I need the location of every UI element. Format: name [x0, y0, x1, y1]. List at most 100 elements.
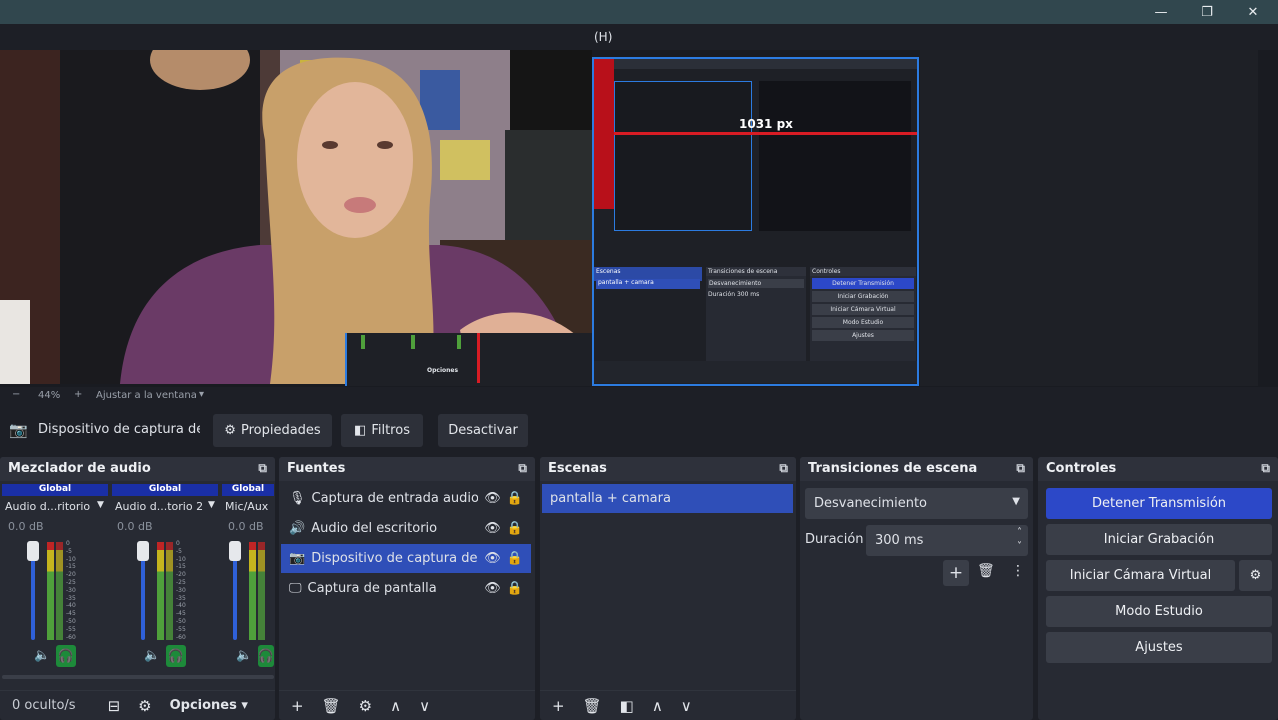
properties-button[interactable]: ⚙ Propiedades	[213, 414, 332, 447]
virtual-camera-settings-icon[interactable]: ⚙	[1239, 560, 1272, 591]
minimize-button[interactable]: —	[1138, 0, 1184, 24]
stop-stream-button[interactable]: Detener Transmisión	[1046, 488, 1272, 519]
source-item[interactable]: 🔊 Audio del escritorio 👁 🔒	[281, 514, 531, 543]
source-label: Captura de entrada audio	[311, 491, 479, 506]
deactivate-button[interactable]: Desactivar	[438, 414, 528, 447]
preview-canvas[interactable]: 1031 px Escenas pantalla + camara Transi…	[0, 50, 1278, 387]
meter-tick: -35	[176, 594, 186, 602]
zoom-in-icon[interactable]: +	[74, 389, 82, 400]
speaker-icon[interactable]: 🔈	[236, 648, 252, 663]
nested-measure-label: 1031 px	[739, 117, 793, 131]
channel-db: 0.0 dB	[228, 520, 264, 533]
scene-item-selected[interactable]: pantalla + camara	[542, 484, 793, 513]
channel-name: Mic/Aux	[225, 500, 269, 513]
filters-button[interactable]: ◧ Filtros	[341, 414, 423, 447]
speaker-icon[interactable]: 🔈	[144, 648, 160, 663]
undock-icon[interactable]: ⧉	[1016, 461, 1025, 476]
controls-dock: Controles ⧉ Detener Transmisión Iniciar G…	[1038, 457, 1278, 720]
eye-icon[interactable]: 👁	[484, 491, 501, 506]
zoom-out-icon[interactable]: −	[12, 389, 20, 400]
eye-icon[interactable]: 👁	[484, 521, 501, 536]
more-options-icon[interactable]: ⋮	[1011, 563, 1025, 579]
headphones-icon[interactable]: 🎧	[166, 645, 186, 667]
transition-type-select[interactable]: Desvanecimiento ▼	[805, 488, 1028, 519]
eye-icon[interactable]: 👁	[484, 551, 501, 566]
move-down-icon[interactable]: ∨	[681, 697, 692, 715]
nested-dark-area	[759, 81, 911, 231]
trash-icon[interactable]: 🗑	[977, 563, 995, 579]
start-virtual-camera-button[interactable]: Iniciar Cámara Virtual	[1046, 560, 1235, 591]
duration-stepper[interactable]: 300 ms ˄ ˅	[866, 525, 1028, 556]
lock-icon[interactable]: 🔒	[507, 491, 523, 506]
start-recording-button[interactable]: Iniciar Grabación	[1046, 524, 1272, 555]
source-item-selected[interactable]: 📷 Dispositivo de captura de v 👁 🔒	[281, 544, 531, 573]
volume-slider-handle[interactable]	[229, 541, 241, 561]
trash-icon[interactable]: 🗑	[583, 697, 602, 715]
studio-mode-button[interactable]: Modo Estudio	[1046, 596, 1272, 627]
source-item[interactable]: 🖵 Captura de pantalla 👁 🔒	[281, 574, 531, 603]
meter-tick: -45	[66, 610, 76, 618]
volume-slider-handle[interactable]	[137, 541, 149, 561]
meter-tick: -60	[176, 633, 186, 641]
mixer-scrollbar[interactable]	[2, 675, 274, 679]
nested-red-marker	[594, 59, 614, 209]
lock-icon[interactable]: 🔒	[507, 581, 523, 596]
channel-name: Audio d...torio 2	[115, 500, 204, 513]
zoom-dropdown-icon[interactable]: ▾	[199, 389, 204, 400]
nested-duration-value: 300 ms	[736, 291, 760, 298]
maximize-button[interactable]: ❐	[1184, 0, 1230, 24]
settings-button[interactable]: Ajustes	[1046, 632, 1272, 663]
lock-icon[interactable]: 🔒	[507, 551, 523, 566]
dock-header: Controles ⧉	[1038, 457, 1278, 481]
filters-label: Filtros	[371, 423, 410, 438]
add-scene-icon[interactable]: +	[552, 697, 565, 715]
undock-icon[interactable]: ⧉	[518, 461, 527, 476]
meter-tick: -25	[66, 578, 76, 586]
lock-icon[interactable]: 🔒	[507, 521, 523, 536]
nested-inner-capture	[614, 81, 752, 231]
meter-tick: -55	[66, 625, 76, 633]
eye-icon[interactable]: 👁	[484, 581, 501, 596]
advanced-audio-icon[interactable]: ⚙	[138, 697, 151, 715]
menu-item-help[interactable]: (H)	[594, 30, 612, 44]
nested-meter	[457, 335, 461, 349]
nested-control-0: Detener Transmisión	[812, 278, 914, 289]
nested-options-label: Opciones	[427, 367, 459, 374]
speaker-icon[interactable]: 🔈	[34, 648, 50, 663]
undock-icon[interactable]: ⧉	[779, 461, 788, 476]
transition-type-value: Desvanecimiento	[814, 496, 928, 511]
headphones-icon[interactable]: 🎧	[258, 645, 274, 667]
move-up-icon[interactable]: ∧	[652, 697, 663, 715]
mixer-title: Mezclador de audio	[8, 461, 151, 476]
undock-icon[interactable]: ⧉	[1261, 461, 1270, 476]
fit-window-label[interactable]: Ajustar a la ventana	[96, 390, 197, 401]
transitions-title: Transiciones de escena	[808, 461, 978, 476]
trash-icon[interactable]: 🗑	[322, 697, 341, 715]
channel-db: 0.0 dB	[117, 520, 153, 533]
layout-icon[interactable]: ⊟	[108, 697, 121, 715]
move-down-icon[interactable]: ∨	[419, 697, 430, 715]
meter-tick: -10	[66, 555, 76, 563]
scenes-footer: + 🗑 ◧ ∧ ∨	[540, 690, 796, 720]
options-button[interactable]: Opciones ▾	[170, 698, 248, 713]
stepper-arrows-icon[interactable]: ˄ ˅	[1017, 526, 1022, 554]
headphones-icon[interactable]: 🎧	[56, 645, 76, 667]
gear-icon[interactable]: ⚙	[359, 697, 372, 715]
move-up-icon[interactable]: ∧	[390, 697, 401, 715]
meter-scale: 0 -5 -10 -15 -20 -25 -30 -35 -40 -45 -50 -55 -60	[66, 540, 76, 641]
nested-measure-line	[614, 132, 917, 135]
add-source-icon[interactable]: +	[291, 697, 304, 715]
audio-meter	[47, 542, 54, 640]
filter-icon[interactable]: ◧	[620, 697, 634, 715]
duration-value: 300 ms	[875, 533, 924, 548]
meter-tick: -50	[66, 617, 76, 625]
volume-slider-handle[interactable]	[27, 541, 39, 561]
nested-transitions-dock: Transiciones de escena Desvanecimiento D…	[706, 267, 806, 361]
close-button[interactable]: ✕	[1230, 0, 1276, 24]
add-transition-icon[interactable]: +	[943, 560, 969, 586]
source-item[interactable]: 🎙 Captura de entrada audio 👁 🔒	[281, 484, 531, 513]
chevron-down-icon[interactable]: ▼	[97, 500, 104, 510]
chevron-down-icon[interactable]: ▼	[208, 500, 215, 510]
undock-icon[interactable]: ⧉	[258, 461, 267, 476]
meter-tick: -60	[66, 633, 76, 641]
